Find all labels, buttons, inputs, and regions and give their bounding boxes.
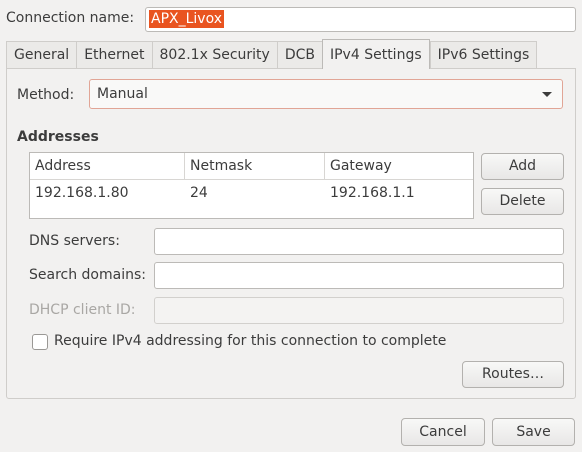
- search-domains-input[interactable]: [154, 262, 564, 289]
- column-header-netmask[interactable]: Netmask: [185, 153, 325, 180]
- dhcp-client-id-label: DHCP client ID:: [29, 302, 136, 318]
- cancel-button[interactable]: Cancel: [401, 418, 485, 446]
- dns-servers-input[interactable]: [154, 228, 564, 255]
- tab-ipv4-settings[interactable]: IPv4 Settings: [321, 39, 430, 69]
- delete-address-button[interactable]: Delete: [481, 188, 564, 215]
- addresses-heading: Addresses: [17, 129, 99, 145]
- tab-ethernet[interactable]: Ethernet: [76, 41, 152, 69]
- column-header-address[interactable]: Address: [30, 153, 185, 180]
- netmask-cell[interactable]: 24: [185, 183, 208, 203]
- chevron-down-icon: [542, 92, 552, 97]
- connection-name-value: APX_Livox: [149, 10, 225, 28]
- addresses-table-header: Address Netmask Gateway: [30, 153, 473, 180]
- tab-dcb[interactable]: DCB: [276, 41, 322, 69]
- method-label: Method:: [17, 87, 75, 103]
- method-select[interactable]: Manual: [89, 79, 563, 109]
- tab-8021x-security[interactable]: 802.1x Security: [151, 41, 277, 69]
- addresses-table[interactable]: Address Netmask Gateway 192.168.1.80 24 …: [29, 152, 474, 219]
- dhcp-client-id-input: [154, 297, 564, 324]
- tab-general[interactable]: General: [6, 41, 77, 69]
- require-ipv4-label[interactable]: Require IPv4 addressing for this connect…: [54, 333, 446, 349]
- connection-name-input[interactable]: APX_Livox: [145, 7, 576, 32]
- search-domains-label: Search domains:: [29, 267, 146, 283]
- add-address-button[interactable]: Add: [481, 153, 564, 180]
- address-cell[interactable]: 192.168.1.80: [30, 183, 129, 203]
- method-value: Manual: [97, 86, 148, 102]
- require-ipv4-checkbox[interactable]: [32, 334, 48, 350]
- connection-name-label: Connection name:: [6, 10, 135, 26]
- settings-tabs: General Ethernet 802.1x Security DCB IPv…: [6, 39, 538, 70]
- dns-servers-label: DNS servers:: [29, 233, 120, 249]
- gateway-cell[interactable]: 192.168.1.1: [325, 183, 415, 203]
- save-button[interactable]: Save: [492, 418, 575, 446]
- column-header-gateway[interactable]: Gateway: [325, 153, 474, 180]
- tab-ipv6-settings[interactable]: IPv6 Settings: [429, 41, 538, 69]
- routes-button[interactable]: Routes…: [462, 361, 564, 388]
